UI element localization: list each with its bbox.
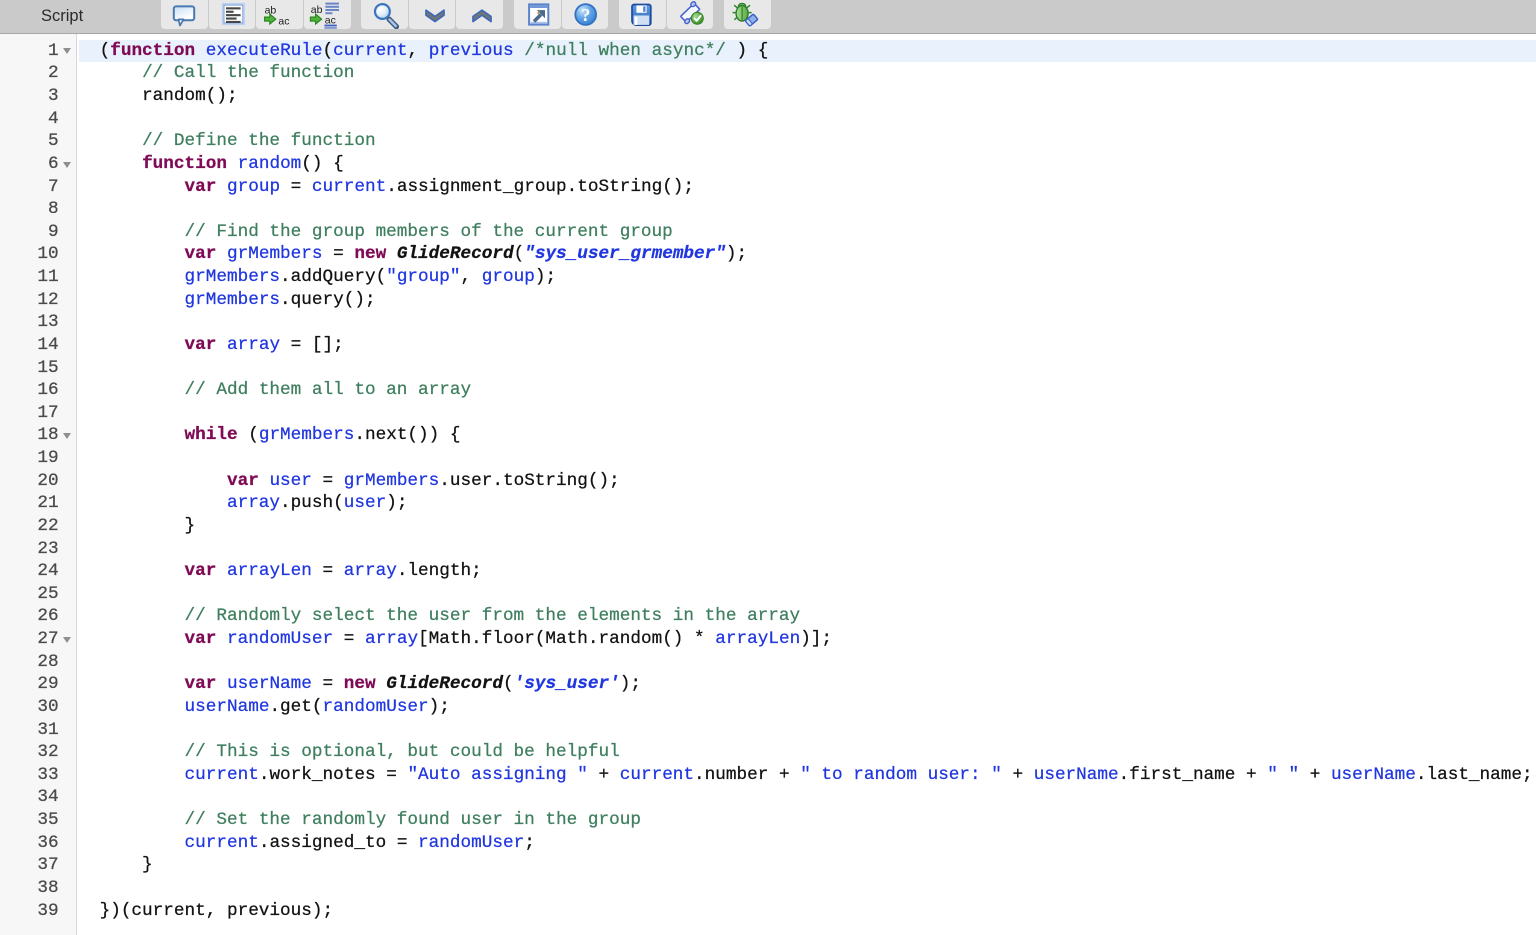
svg-text:ac: ac — [279, 15, 290, 27]
svg-text:?: ? — [581, 5, 590, 25]
